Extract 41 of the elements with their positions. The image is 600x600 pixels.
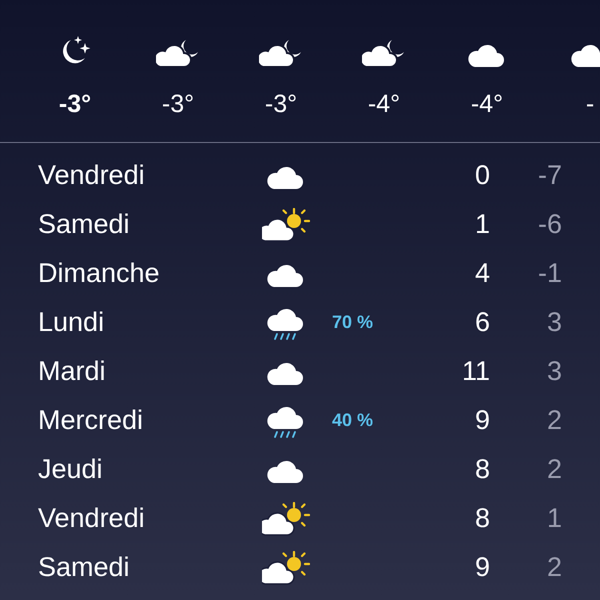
day-name: Dimanche [37, 257, 161, 290]
cloud-moon-icon [156, 38, 200, 68]
high-temperature: 8 [474, 453, 490, 486]
day-name: Vendredi [37, 159, 146, 192]
cloud-moon-icon [362, 38, 406, 68]
hourly-temperature: - [586, 92, 594, 117]
hourly-temperature: -3° [58, 92, 92, 117]
low-temperature: 2 [546, 404, 562, 438]
cloud-moon-icon [259, 38, 303, 68]
high-temperature: 9 [474, 404, 490, 438]
high-temperature: 6 [474, 306, 490, 340]
high-temperature: 8 [474, 502, 490, 536]
precipitation-chance: 40 % [332, 410, 374, 430]
high-temperature: 1 [474, 208, 490, 242]
day-name: Samedi [37, 208, 131, 242]
low-temperature: 2 [546, 453, 562, 486]
cloud-sun-icon [262, 502, 310, 536]
hourly-temperature: -4° [470, 92, 504, 117]
precipitation-chance: 70 % [332, 312, 374, 332]
low-temperature: 2 [546, 551, 562, 584]
high-temperature: 0 [474, 159, 490, 192]
day-name: Lundi [37, 306, 106, 340]
low-temperature: -7 [536, 159, 562, 192]
day-name: Mardi [37, 355, 107, 388]
day-name: Jeudi [37, 453, 104, 486]
low-temperature: 3 [546, 355, 562, 388]
hourly-temperature: -3° [264, 92, 298, 117]
low-temperature: -1 [536, 257, 562, 290]
low-temperature: -6 [536, 208, 562, 242]
day-name: Mercredi [37, 404, 144, 438]
high-temperature: 9 [474, 551, 490, 584]
cloud-sun-icon [262, 550, 310, 584]
hourly-temperature: -3° [162, 92, 194, 117]
high-temperature: 4 [474, 257, 490, 290]
day-name: Samedi [37, 551, 131, 584]
day-name: Vendredi [37, 502, 146, 536]
hourly-temperature: -4° [368, 92, 400, 117]
high-temperature: 11 [460, 355, 490, 388]
low-temperature: 1 [546, 502, 562, 536]
low-temperature: 3 [546, 306, 562, 340]
cloud-sun-icon [262, 208, 310, 242]
